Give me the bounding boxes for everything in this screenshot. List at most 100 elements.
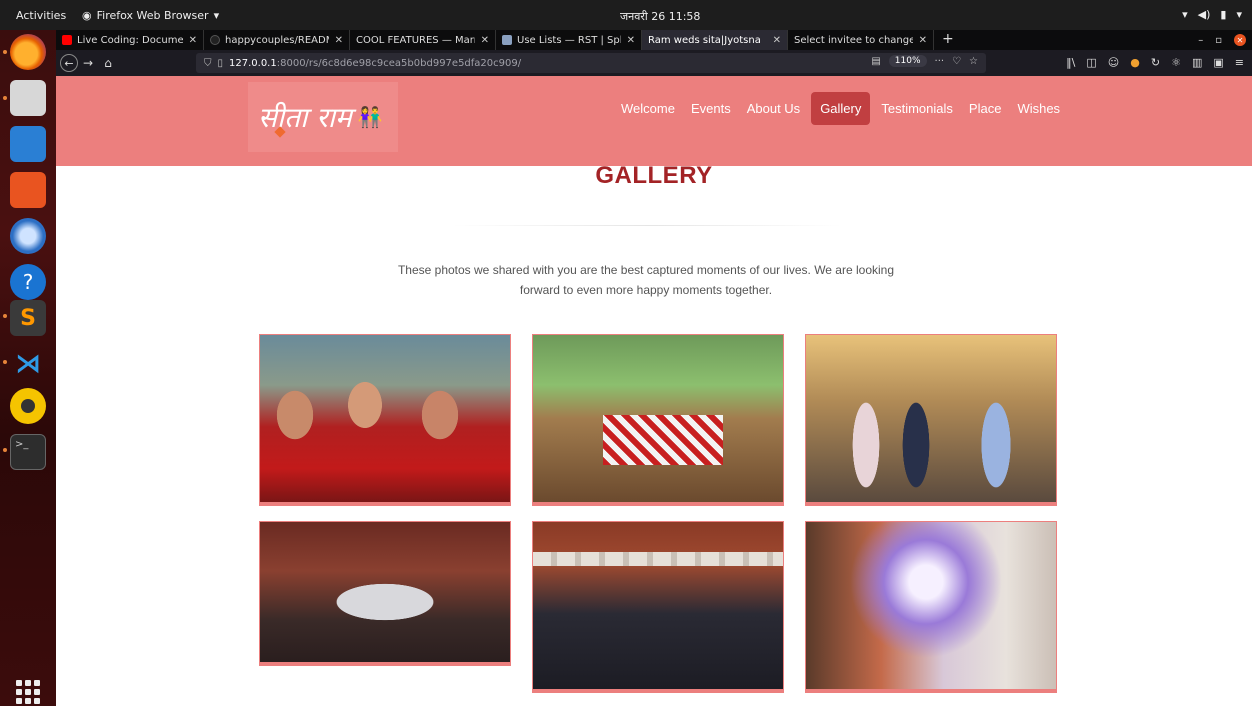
url-bar-actions: ▤ 110% ··· ♡ ☆ — [871, 55, 978, 67]
gallery-photo[interactable] — [259, 521, 511, 666]
react-devtools-icon[interactable]: ⚛ — [1171, 56, 1181, 69]
app-menu[interactable]: ◉ Firefox Web Browser ▾ — [82, 9, 219, 22]
minimize-icon[interactable]: – — [1198, 35, 1203, 46]
url-path: :8000/rs/6c8d6e98c9cea5b0bd997e5dfa20c90… — [276, 57, 522, 69]
page-icon[interactable]: ▯ — [218, 58, 224, 69]
files-icon[interactable] — [10, 80, 46, 116]
close-window-icon[interactable]: ✕ — [1234, 34, 1246, 46]
url-host: 127.0.0.1 — [229, 57, 277, 69]
reload-extension-icon[interactable]: ↻ — [1151, 56, 1160, 69]
intro-line-1: These photos we shared with you are the … — [397, 263, 895, 277]
extension-bars-icon[interactable]: ▥ — [1192, 56, 1202, 69]
browser-tab[interactable]: happycouples/README. ✕ — [204, 30, 350, 50]
main-menu: Welcome Events About Us Gallery Testimon… — [616, 92, 1065, 125]
software-center-icon[interactable] — [10, 172, 46, 208]
tab-title: Ram weds sita|Jyotsna — [648, 34, 761, 46]
extension-icon[interactable]: ● — [1130, 56, 1140, 69]
volume-icon: ◀) — [1197, 8, 1211, 21]
system-tray[interactable]: ▾ ◀) ▮ ▾ — [1182, 8, 1242, 21]
close-icon[interactable]: ✕ — [919, 35, 927, 46]
account-icon[interactable]: ☺ — [1108, 56, 1119, 69]
back-button[interactable]: ← — [60, 54, 78, 72]
nav-events[interactable]: Events — [686, 92, 736, 125]
pocket-icon[interactable]: ♡ — [952, 56, 961, 67]
sublime-text-icon[interactable]: S — [10, 300, 46, 336]
browser-tab[interactable]: COOL FEATURES — Marriag ✕ — [350, 30, 496, 50]
nav-place[interactable]: Place — [964, 92, 1007, 125]
site-header: सीता राम 👫 Welcome Events About Us Galle… — [56, 76, 1252, 166]
browser-tab[interactable]: Select invitee to change | D ✕ — [788, 30, 934, 50]
github-icon — [210, 35, 220, 45]
library-icon[interactable]: ‖\ — [1066, 56, 1075, 69]
dock: ? S ⋊ >_ — [0, 30, 56, 706]
chevron-down-icon: ▾ — [213, 9, 220, 22]
activities-button[interactable]: Activities — [16, 9, 66, 22]
clock[interactable]: जनवरी 26 11:58 — [620, 9, 700, 24]
running-indicator — [3, 314, 7, 318]
browser-tab[interactable]: Live Coding: Documenta ✕ — [56, 30, 204, 50]
gallery-photo[interactable] — [532, 334, 784, 506]
tab-bar: Live Coding: Documenta ✕ happycouples/RE… — [56, 30, 1252, 50]
system-top-bar: Activities ◉ Firefox Web Browser ▾ जनवरी… — [0, 0, 1252, 30]
logo-text: सीता राम — [258, 101, 352, 134]
vscode-icon[interactable]: ⋊ — [10, 346, 46, 382]
thunderbird-icon[interactable] — [10, 218, 46, 254]
app-menu-label: Firefox Web Browser — [96, 9, 209, 22]
section-title: GALLERY — [595, 162, 713, 189]
running-indicator — [3, 360, 7, 364]
running-indicator — [3, 448, 7, 452]
shield-icon[interactable]: ⛉ — [204, 58, 212, 69]
gallery-photo[interactable] — [532, 521, 784, 693]
home-button[interactable]: ⌂ — [98, 56, 118, 70]
close-icon[interactable]: ✕ — [773, 35, 781, 46]
bookmark-star-icon[interactable]: ☆ — [969, 56, 978, 67]
web-page: सीता राम 👫 Welcome Events About Us Galle… — [56, 76, 1252, 706]
browser-tab-active[interactable]: Ram weds sita|Jyotsna ✕ — [642, 30, 788, 50]
new-tab-button[interactable]: + — [934, 30, 962, 50]
close-icon[interactable]: ✕ — [189, 35, 197, 46]
firefox-icon[interactable] — [10, 34, 46, 70]
close-icon[interactable]: ✕ — [481, 35, 489, 46]
nav-wishes[interactable]: Wishes — [1012, 92, 1065, 125]
site-logo[interactable]: सीता राम 👫 — [248, 82, 398, 152]
firefox-icon: ◉ — [82, 9, 92, 22]
maximize-icon[interactable]: ▫ — [1215, 35, 1222, 46]
tab-title: Use Lists — RST | Sphinx — [517, 34, 621, 46]
couple-icon: 👫 — [357, 105, 383, 129]
running-indicator — [3, 50, 7, 54]
tab-title: Live Coding: Documenta — [77, 34, 183, 46]
wifi-icon: ▾ — [1182, 8, 1188, 21]
nav-gallery[interactable]: Gallery — [811, 92, 871, 125]
window-controls: – ▫ ✕ — [1198, 30, 1252, 50]
gallery-intro: These photos we shared with you are the … — [386, 260, 906, 300]
zoom-indicator[interactable]: 110% — [888, 55, 927, 67]
gallery-photo[interactable] — [259, 334, 511, 506]
document-icon — [502, 35, 512, 45]
tab-title: COOL FEATURES — Marriag — [356, 34, 475, 46]
show-applications-icon[interactable] — [16, 680, 40, 704]
running-indicator — [3, 96, 7, 100]
terminal-icon[interactable]: >_ — [10, 434, 46, 470]
forward-button[interactable]: → — [78, 56, 98, 70]
sidebar-icon[interactable]: ◫ — [1086, 56, 1096, 69]
browser-tab[interactable]: Use Lists — RST | Sphinx ✕ — [496, 30, 642, 50]
close-icon[interactable]: ✕ — [627, 35, 635, 46]
url-bar[interactable]: ⛉ ▯ 127.0.0.1:8000/rs/6c8d6e98c9cea5b0bd… — [196, 53, 986, 73]
nav-welcome[interactable]: Welcome — [616, 92, 680, 125]
rhythmbox-icon[interactable] — [10, 388, 46, 424]
gallery-photo[interactable] — [805, 521, 1057, 693]
menu-icon[interactable]: ≡ — [1235, 56, 1244, 69]
toolbar-icons: ‖\ ◫ ☺ ● ↻ ⚛ ▥ ▣ ≡ — [1066, 56, 1244, 69]
intro-line-2: forward to even more happy moments toget… — [519, 283, 773, 297]
close-icon[interactable]: ✕ — [335, 35, 343, 46]
more-actions-icon[interactable]: ··· — [935, 56, 945, 67]
reader-view-icon[interactable]: ▤ — [871, 56, 880, 67]
section-divider — [452, 225, 842, 226]
gallery-photo[interactable] — [805, 334, 1057, 506]
nav-testimonials[interactable]: Testimonials — [876, 92, 958, 125]
screenshot-icon[interactable]: ▣ — [1213, 56, 1223, 69]
writer-icon[interactable] — [10, 126, 46, 162]
nav-about-us[interactable]: About Us — [742, 92, 805, 125]
youtube-icon — [62, 35, 72, 45]
help-icon[interactable]: ? — [10, 264, 46, 300]
